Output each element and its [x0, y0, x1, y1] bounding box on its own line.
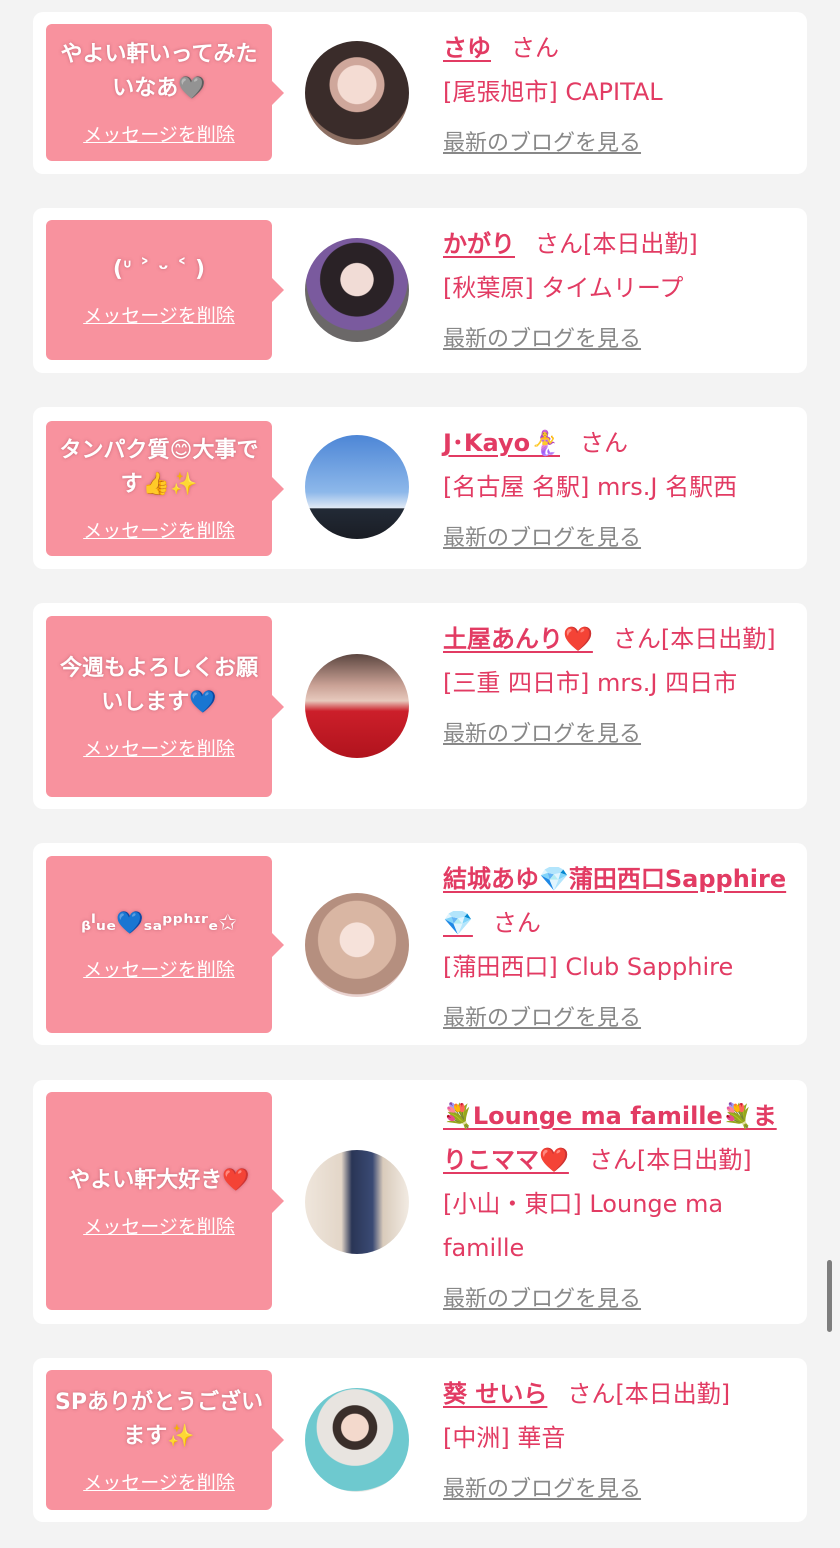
honorific: さん [612, 625, 661, 653]
delete-message-link[interactable]: メッセージを削除 [83, 516, 235, 543]
delete-message-link[interactable]: メッセージを削除 [83, 120, 235, 147]
view-latest-blog-link[interactable]: 最新のブログを見る [443, 1278, 641, 1322]
message-text: (ᐡ ˃ ᵕ ˂ ) [112, 256, 206, 282]
favorite-card: タンパク質😊大事です👍✨ メッセージを削除 J･Kayo🧜‍♀️ さん [名古屋 … [33, 407, 807, 569]
profile-info: 結城あゆ💎蒲田西口Sapphire💎 さん [蒲田西口] Club Sapphir… [443, 857, 793, 1041]
view-latest-blog-link[interactable]: 最新のブログを見る [443, 122, 641, 166]
honorific: さん [580, 429, 628, 457]
cast-name-link[interactable]: J･Kayo🧜‍♀️ [443, 429, 560, 457]
delete-message-link[interactable]: メッセージを削除 [83, 955, 235, 982]
honorific: さん [535, 230, 583, 258]
profile-info: 土屋あんり❤️ さん[本日出勤] [三重 四日市] mrs.J 四日市 最新のブロ… [443, 617, 793, 757]
attendance-status: [本日出勤] [583, 230, 698, 258]
avatar[interactable] [305, 654, 409, 758]
profile-info: かがり さん[本日出勤] [秋葉原] タイムリープ 最新のブログを見る [443, 222, 793, 362]
message-bubble: タンパク質😊大事です👍✨ メッセージを削除 [46, 421, 284, 556]
shop-name: [秋葉原] タイムリープ [443, 274, 684, 302]
message-text: ᵦˡᵤₑ💙ₛₐᵖᵖʰᶦʳₑ✩ [81, 911, 237, 936]
shop-name: [名古屋 名駅] mrs.J 名駅西 [443, 473, 738, 501]
message-bubble: ᵦˡᵤₑ💙ₛₐᵖᵖʰᶦʳₑ✩ メッセージを削除 [46, 856, 284, 1033]
shop-name: [三重 四日市] mrs.J 四日市 [443, 669, 738, 697]
honorific: さん [567, 1380, 616, 1408]
avatar[interactable] [305, 1388, 409, 1492]
delete-message-link[interactable]: メッセージを削除 [83, 301, 235, 328]
attendance-status: [本日出勤] [615, 1380, 731, 1408]
profile-info: 葵 せいら さん[本日出勤] [中洲] 華音 最新のブログを見る [443, 1372, 793, 1512]
cast-name-link[interactable]: さゆ [443, 34, 491, 62]
avatar[interactable] [305, 41, 409, 145]
name-line: J･Kayo🧜‍♀️ さん [443, 421, 793, 465]
message-bubble: 今週もよろしくお願いします💙 メッセージを削除 [46, 616, 284, 797]
name-line: かがり さん[本日出勤] [443, 222, 793, 266]
message-text: 今週もよろしくお願いします💙 [59, 656, 258, 715]
view-latest-blog-link[interactable]: 最新のブログを見る [443, 1468, 641, 1512]
delete-message-link[interactable]: メッセージを削除 [83, 1212, 235, 1239]
favorite-card: ᵦˡᵤₑ💙ₛₐᵖᵖʰᶦʳₑ✩ メッセージを削除 結城あゆ💎蒲田西口Sapphir… [33, 843, 807, 1045]
cast-name-link[interactable]: 葵 せいら [443, 1380, 547, 1408]
cast-name-link[interactable]: かがり [443, 230, 515, 258]
view-latest-blog-link[interactable]: 最新のブログを見る [443, 713, 641, 757]
view-latest-blog-link[interactable]: 最新のブログを見る [443, 517, 641, 561]
name-line: 💐Lounge ma famille💐まりこママ❤️ さん[本日出勤] [443, 1094, 793, 1182]
delete-message-link[interactable]: メッセージを削除 [83, 734, 235, 761]
honorific: さん [492, 909, 541, 937]
scrollbar[interactable] [827, 1260, 832, 1332]
avatar[interactable] [305, 893, 409, 997]
shop-name: [蒲田西口] Club Sapphire [443, 953, 734, 981]
message-bubble: (ᐡ ˃ ᵕ ˂ ) メッセージを削除 [46, 220, 284, 360]
profile-info: J･Kayo🧜‍♀️ さん [名古屋 名駅] mrs.J 名駅西 最新のブログを見… [443, 421, 793, 561]
honorific: さん [511, 34, 559, 62]
message-text: やよい軒大好き❤️ [68, 1167, 250, 1193]
avatar[interactable] [305, 435, 409, 539]
message-bubble: やよい軒いってみたいなあ🩶 メッセージを削除 [46, 24, 284, 161]
name-line: 結城あゆ💎蒲田西口Sapphire💎 さん [443, 857, 793, 945]
message-text: タンパク質😊大事です👍✨ [59, 438, 259, 497]
name-line: 土屋あんり❤️ さん[本日出勤] [443, 617, 793, 661]
shop-name: [小山・東口] Lounge ma famille [443, 1190, 724, 1262]
profile-info: さゆ さん [尾張旭市] CAPITAL 最新のブログを見る [443, 26, 793, 166]
message-text: やよい軒いってみたいなあ🩶 [60, 42, 258, 101]
cast-name-link[interactable]: 土屋あんり❤️ [443, 625, 593, 653]
name-line: 葵 せいら さん[本日出勤] [443, 1372, 793, 1416]
attendance-status: [本日出勤] [660, 625, 776, 653]
view-latest-blog-link[interactable]: 最新のブログを見る [443, 318, 641, 362]
shop-name: [尾張旭市] CAPITAL [443, 78, 663, 106]
honorific: さん [588, 1146, 637, 1174]
favorite-card: SPありがとうございます✨ メッセージを削除 葵 せいら さん[本日出勤] [中洲… [33, 1358, 807, 1522]
favorite-card: やよい軒大好き❤️ メッセージを削除 💐Lounge ma famille💐まり… [33, 1080, 807, 1324]
favorite-card: 今週もよろしくお願いします💙 メッセージを削除 土屋あんり❤️ さん[本日出勤] … [33, 603, 807, 809]
message-text: SPありがとうございます✨ [55, 1389, 263, 1449]
avatar[interactable] [305, 1150, 409, 1254]
shop-name: [中洲] 華音 [443, 1424, 566, 1452]
avatar[interactable] [305, 238, 409, 342]
favorite-card: やよい軒いってみたいなあ🩶 メッセージを削除 さゆ さん [尾張旭市] CAPIT… [33, 12, 807, 174]
message-bubble: やよい軒大好き❤️ メッセージを削除 [46, 1092, 284, 1310]
delete-message-link[interactable]: メッセージを削除 [83, 1468, 235, 1495]
attendance-status: [本日出勤] [636, 1146, 752, 1174]
favorite-card: (ᐡ ˃ ᵕ ˂ ) メッセージを削除 かがり さん[本日出勤] [秋葉原] タイ… [33, 208, 807, 373]
name-line: さゆ さん [443, 26, 793, 70]
message-bubble: SPありがとうございます✨ メッセージを削除 [46, 1370, 284, 1510]
view-latest-blog-link[interactable]: 最新のブログを見る [443, 997, 641, 1041]
profile-info: 💐Lounge ma famille💐まりこママ❤️ さん[本日出勤] [小山・東… [443, 1094, 793, 1322]
